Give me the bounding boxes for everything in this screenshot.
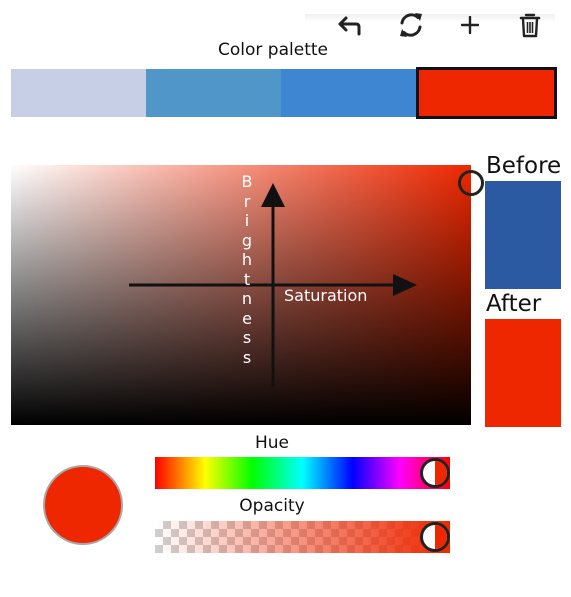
delete-button[interactable] (512, 8, 548, 42)
trash-icon (519, 12, 541, 38)
palette-title: Color palette (218, 40, 328, 60)
brightness-letter-3: i (244, 211, 250, 230)
refresh-icon (396, 10, 426, 40)
after-color-preview (485, 319, 561, 427)
saturation-brightness-area[interactable]: Saturation Brightness (11, 165, 471, 425)
brightness-letter-2: r (243, 191, 251, 211)
hue-handle-fill (435, 461, 448, 485)
brightness-letter-7: n (241, 289, 253, 308)
brightness-letter-8: e (242, 308, 252, 328)
opacity-handle-fill (435, 525, 448, 549)
brightness-letter-6: t (243, 269, 251, 289)
hue-label: Hue (254, 433, 290, 453)
hue-slider-handle[interactable] (420, 458, 451, 488)
palette-swatch-3[interactable] (281, 69, 416, 117)
undo-button[interactable] (332, 8, 368, 42)
current-color-swatch (43, 465, 123, 545)
saturation-label: Saturation (284, 286, 368, 305)
undo-icon (337, 14, 363, 36)
toolbar (0, 8, 571, 42)
opacity-slider-handle[interactable] (420, 522, 451, 552)
brightness-letter-4: g (241, 230, 253, 250)
brightness-letter-5: h (241, 250, 253, 269)
saturation-brightness-handle[interactable] (458, 170, 484, 197)
palette-swatch-4[interactable] (416, 67, 557, 119)
brightness-letter-10: s (242, 347, 252, 367)
brightness-label: Brightness (239, 172, 255, 367)
after-label: After (486, 291, 542, 317)
opacity-slider[interactable] (155, 521, 451, 553)
brightness-letter-9: s (242, 328, 252, 347)
before-color-preview (485, 181, 561, 289)
brightness-letter-1: B (241, 172, 253, 191)
hue-slider[interactable] (155, 457, 451, 489)
add-button[interactable] (452, 8, 488, 42)
opacity-gradient (155, 521, 450, 553)
opacity-label: Opacity (239, 496, 305, 516)
refresh-button[interactable] (393, 8, 429, 42)
palette-swatch-2[interactable] (146, 69, 281, 117)
plus-icon (461, 16, 479, 34)
palette-swatch-1[interactable] (11, 69, 146, 117)
before-label: Before (486, 153, 562, 179)
color-palette (11, 67, 557, 119)
